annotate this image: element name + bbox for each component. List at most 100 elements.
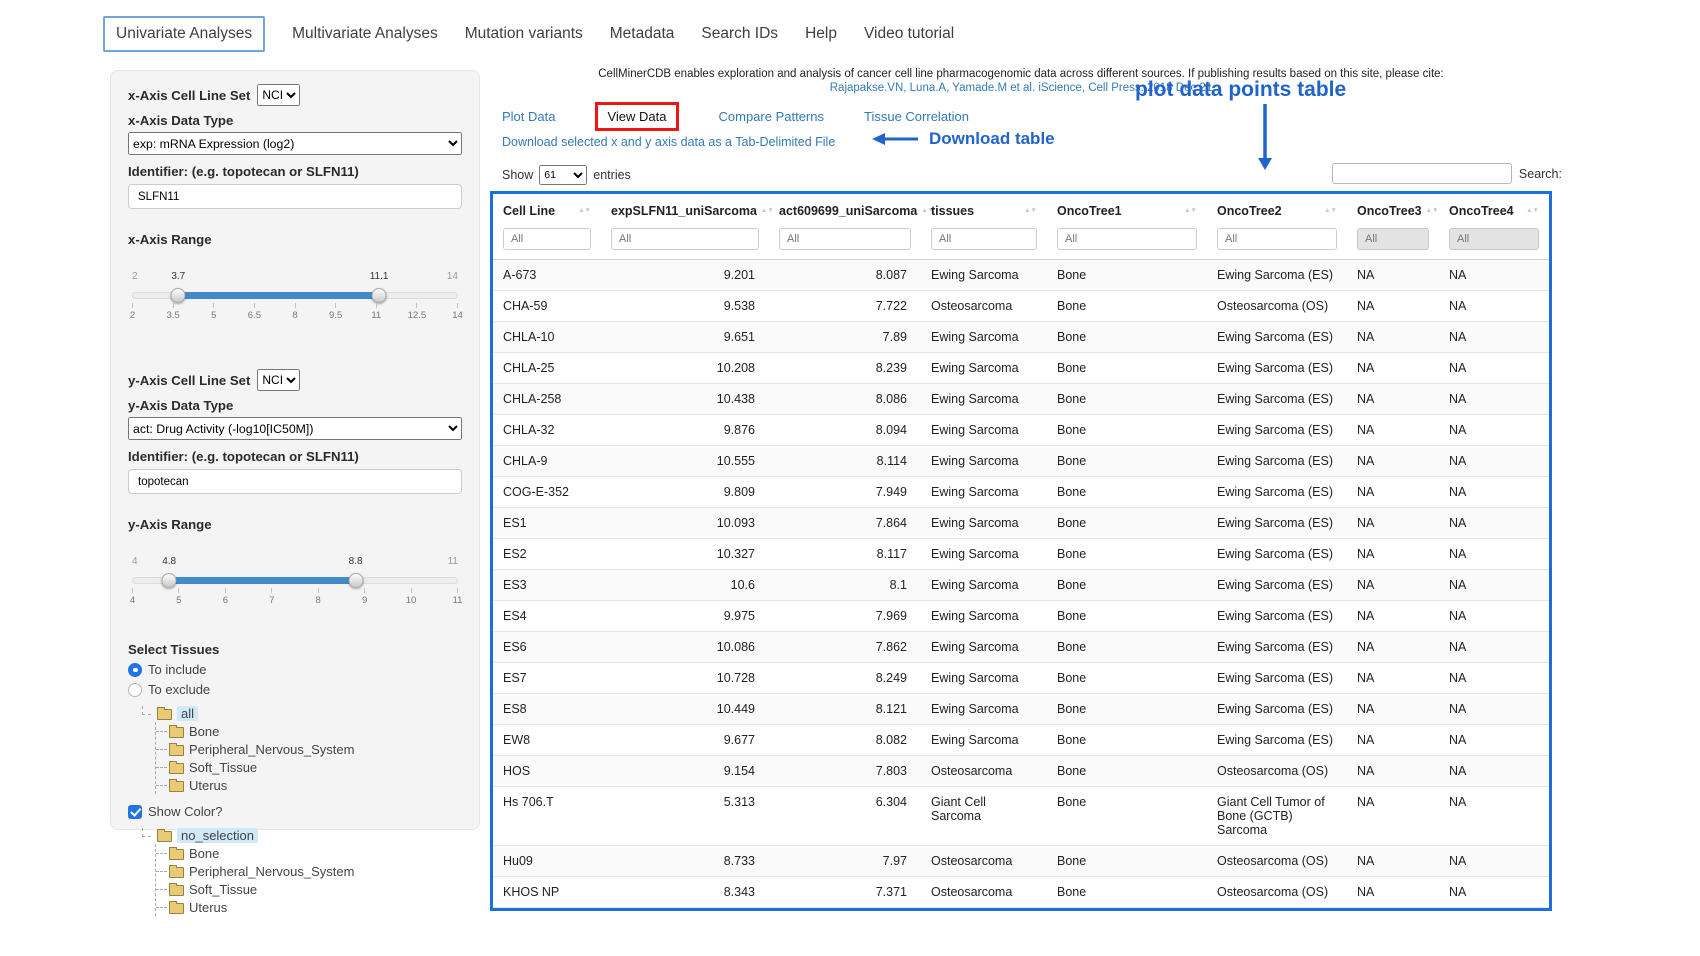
table-row[interactable]: EW8 9.677 8.082 Ewing Sarcoma Bone Ewing… <box>493 725 1549 756</box>
table-row[interactable]: ES6 10.086 7.862 Ewing Sarcoma Bone Ewin… <box>493 632 1549 663</box>
tab-tissue-correlation[interactable]: Tissue Correlation <box>864 109 969 124</box>
table-row[interactable]: Hu09 8.733 7.97 Osteosarcoma Bone Osteos… <box>493 846 1549 877</box>
cell-line-cell: CHLA-10 <box>493 322 601 353</box>
table-row[interactable]: A-673 9.201 8.087 Ewing Sarcoma Bone Ewi… <box>493 260 1549 291</box>
tab-view-data[interactable]: View Data <box>595 102 678 131</box>
download-tab-delimited-link[interactable]: Download selected x and y axis data as a… <box>502 135 835 149</box>
column-header-tissues[interactable]: tissues▲▼ <box>921 194 1047 226</box>
table-row[interactable]: ES1 10.093 7.864 Ewing Sarcoma Bone Ewin… <box>493 508 1549 539</box>
tree-item[interactable]: Uterus <box>169 776 462 794</box>
table-row[interactable]: COG-E-352 9.809 7.949 Ewing Sarcoma Bone… <box>493 477 1549 508</box>
tree-item[interactable]: Peripheral_Nervous_System <box>169 740 462 758</box>
filter-input-act[interactable] <box>779 228 911 250</box>
x-cell-line-set-select[interactable]: NCI <box>257 84 300 106</box>
filter-input-oncotree1[interactable] <box>1057 228 1197 250</box>
search-input[interactable] <box>1332 163 1512 184</box>
sort-icon[interactable]: ▲▼ <box>1526 208 1539 214</box>
filter-input-oncotree4[interactable] <box>1449 228 1539 250</box>
slider-handle-left[interactable] <box>162 573 177 588</box>
y-identifier-input[interactable] <box>128 469 462 494</box>
sort-icon[interactable]: ▲▼ <box>1024 208 1037 214</box>
show-color-checkbox[interactable]: Show Color? <box>128 804 462 819</box>
table-row[interactable]: Hs 706.T 5.313 6.304 Giant Cell Sarcoma … <box>493 787 1549 846</box>
table-row[interactable]: HOS 9.154 7.803 Osteosarcoma Bone Osteos… <box>493 756 1549 787</box>
tab-compare-patterns[interactable]: Compare Patterns <box>719 109 825 124</box>
table-row[interactable]: ES2 10.327 8.117 Ewing Sarcoma Bone Ewin… <box>493 539 1549 570</box>
filter-input-oncotree2[interactable] <box>1217 228 1337 250</box>
tree-item[interactable]: Peripheral_Nervous_System <box>169 862 462 880</box>
oncotree4-cell: NA <box>1439 725 1549 756</box>
tree-root-node[interactable]: no_selection <box>142 826 462 844</box>
tab-metadata[interactable]: Metadata <box>610 16 675 52</box>
table-row[interactable]: ES8 10.449 8.121 Ewing Sarcoma Bone Ewin… <box>493 694 1549 725</box>
table-row[interactable]: ES7 10.728 8.249 Ewing Sarcoma Bone Ewin… <box>493 663 1549 694</box>
slider-from-label: 4.8 <box>162 556 176 567</box>
table-row[interactable]: CHLA-25 10.208 8.239 Ewing Sarcoma Bone … <box>493 353 1549 384</box>
sort-icon[interactable]: ▲▼ <box>578 208 591 214</box>
tab-plot-data[interactable]: Plot Data <box>502 109 555 124</box>
filter-input-exp[interactable] <box>611 228 759 250</box>
tissue-cell: Ewing Sarcoma <box>921 260 1047 291</box>
exp-value-cell: 10.6 <box>601 570 769 601</box>
column-header-cell-line[interactable]: Cell Line▲▼ <box>493 194 601 226</box>
tab-univariate-analyses[interactable]: Univariate Analyses <box>103 16 265 52</box>
tab-mutation-variants[interactable]: Mutation variants <box>465 16 583 52</box>
y-cell-line-set-select[interactable]: NCI <box>257 369 300 391</box>
sidebar-controls: x-Axis Cell Line Set NCI x-Axis Data Typ… <box>110 70 480 830</box>
oncotree1-cell: Bone <box>1047 539 1207 570</box>
column-header-exp[interactable]: expSLFN11_uniSarcoma▲▼ <box>601 194 769 226</box>
oncotree4-cell: NA <box>1439 570 1549 601</box>
oncotree1-cell: Bone <box>1047 477 1207 508</box>
tree-item[interactable]: Bone <box>169 844 462 862</box>
column-header-oncotree3[interactable]: OncoTree3▲▼ <box>1347 194 1439 226</box>
tree-item[interactable]: Bone <box>169 722 462 740</box>
tab-search-ids[interactable]: Search IDs <box>701 16 778 52</box>
slider-handle-right[interactable] <box>348 573 363 588</box>
slider-handle-left[interactable] <box>171 288 186 303</box>
filter-input-cell-line[interactable] <box>503 228 591 250</box>
entries-select[interactable]: 61 <box>539 165 587 185</box>
table-row[interactable]: ES4 9.975 7.969 Ewing Sarcoma Bone Ewing… <box>493 601 1549 632</box>
filter-input-tissues[interactable] <box>931 228 1037 250</box>
filter-input-oncotree3[interactable] <box>1357 228 1429 250</box>
table-row[interactable]: CHLA-9 10.555 8.114 Ewing Sarcoma Bone E… <box>493 446 1549 477</box>
tab-multivariate-analyses[interactable]: Multivariate Analyses <box>292 16 438 52</box>
x-data-type-select[interactable]: exp: mRNA Expression (log2) <box>128 132 462 155</box>
cell-line-cell: Hu09 <box>493 846 601 877</box>
tree-item[interactable]: Soft_Tissue <box>169 880 462 898</box>
tree-root-node[interactable]: all <box>142 704 462 722</box>
tree-root-label: no_selection <box>177 828 258 843</box>
exp-value-cell: 10.449 <box>601 694 769 725</box>
column-header-oncotree2[interactable]: OncoTree2▲▼ <box>1207 194 1347 226</box>
tree-item[interactable]: Soft_Tissue <box>169 758 462 776</box>
tissues-include-radio[interactable]: To include <box>128 662 462 677</box>
sort-icon[interactable]: ▲▼ <box>761 208 774 214</box>
tab-help[interactable]: Help <box>805 16 837 52</box>
tree-item[interactable]: Uterus <box>169 898 462 916</box>
column-header-oncotree1[interactable]: OncoTree1▲▼ <box>1047 194 1207 226</box>
x-identifier-input[interactable] <box>128 184 462 209</box>
tree-expander-icon[interactable] <box>142 706 151 715</box>
column-header-oncotree4[interactable]: OncoTree4▲▼ <box>1439 194 1549 226</box>
table-row[interactable]: CHLA-10 9.651 7.89 Ewing Sarcoma Bone Ew… <box>493 322 1549 353</box>
sort-icon[interactable]: ▲▼ <box>1184 208 1197 214</box>
table-row[interactable]: ES3 10.6 8.1 Ewing Sarcoma Bone Ewing Sa… <box>493 570 1549 601</box>
data-table-container: Cell Line▲▼ expSLFN11_uniSarcoma▲▼ act60… <box>490 191 1552 911</box>
citation-reference-link[interactable]: Rajapakse.VN, Luna.A, Yamade.M et al. iS… <box>490 82 1552 94</box>
y-data-type-select[interactable]: act: Drug Activity (-log10[IC50M]) <box>128 417 462 440</box>
column-header-act[interactable]: act609699_uniSarcoma▲▼ <box>769 194 921 226</box>
table-row[interactable]: CHA-59 9.538 7.722 Osteosarcoma Bone Ost… <box>493 291 1549 322</box>
table-row[interactable]: CHLA-32 9.876 8.094 Ewing Sarcoma Bone E… <box>493 415 1549 446</box>
sort-icon[interactable]: ▲▼ <box>1426 208 1439 214</box>
oncotree2-cell: Ewing Sarcoma (ES) <box>1207 384 1347 415</box>
tree-expander-icon[interactable] <box>142 828 151 837</box>
table-row[interactable]: CHLA-258 10.438 8.086 Ewing Sarcoma Bone… <box>493 384 1549 415</box>
tissue-cell: Ewing Sarcoma <box>921 694 1047 725</box>
tab-video-tutorial[interactable]: Video tutorial <box>864 16 954 52</box>
sort-icon[interactable]: ▲▼ <box>1324 208 1337 214</box>
cell-line-cell: CHLA-258 <box>493 384 601 415</box>
tissues-exclude-radio[interactable]: To exclude <box>128 682 462 697</box>
slider-handle-right[interactable] <box>372 288 387 303</box>
slider-min-label: 2 <box>132 271 138 282</box>
table-row[interactable]: KHOS NP 8.343 7.371 Osteosarcoma Bone Os… <box>493 877 1549 908</box>
